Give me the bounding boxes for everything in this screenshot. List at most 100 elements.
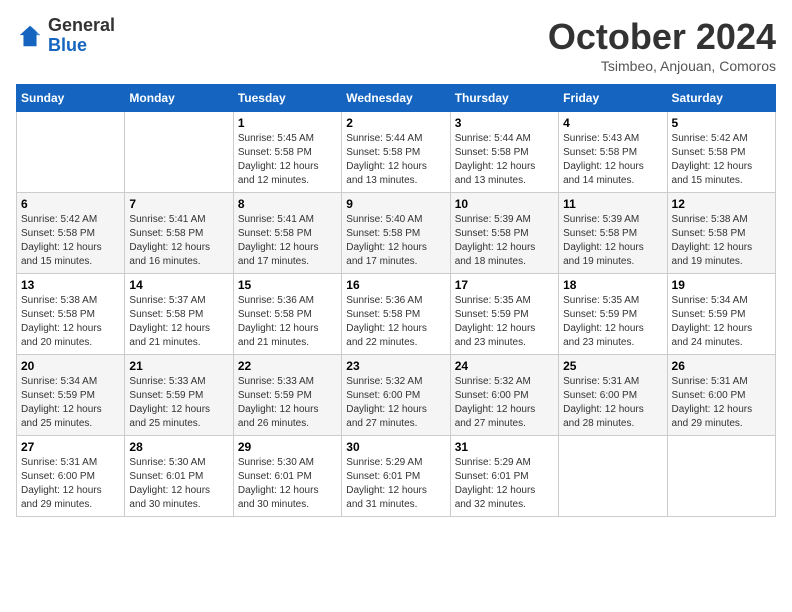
day-info: Sunrise: 5:36 AMSunset: 5:58 PMDaylight:… [346,294,445,350]
day-info: Sunrise: 5:29 AMSunset: 6:01 PMDaylight:… [455,456,554,512]
weekday-header-friday: Friday [559,85,667,112]
calendar-cell: 12 Sunrise: 5:38 AMSunset: 5:58 PMDayligh… [667,193,775,274]
calendar-cell [559,436,667,517]
calendar-cell: 20 Sunrise: 5:34 AMSunset: 5:59 PMDayligh… [17,355,125,436]
day-info: Sunrise: 5:34 AMSunset: 5:59 PMDaylight:… [21,375,120,431]
day-number: 26 [672,359,771,373]
day-number: 24 [455,359,554,373]
calendar-cell: 30 Sunrise: 5:29 AMSunset: 6:01 PMDayligh… [342,436,450,517]
day-info: Sunrise: 5:38 AMSunset: 5:58 PMDaylight:… [21,294,120,350]
day-info: Sunrise: 5:38 AMSunset: 5:58 PMDaylight:… [672,213,771,269]
calendar-cell: 2 Sunrise: 5:44 AMSunset: 5:58 PMDaylight… [342,112,450,193]
calendar-cell: 29 Sunrise: 5:30 AMSunset: 6:01 PMDayligh… [233,436,341,517]
calendar-cell: 6 Sunrise: 5:42 AMSunset: 5:58 PMDaylight… [17,193,125,274]
day-info: Sunrise: 5:39 AMSunset: 5:58 PMDaylight:… [563,213,662,269]
calendar-cell: 17 Sunrise: 5:35 AMSunset: 5:59 PMDayligh… [450,274,558,355]
calendar-cell: 3 Sunrise: 5:44 AMSunset: 5:58 PMDaylight… [450,112,558,193]
location: Tsimbeo, Anjouan, Comoros [548,58,776,74]
day-number: 15 [238,278,337,292]
calendar-cell: 15 Sunrise: 5:36 AMSunset: 5:58 PMDayligh… [233,274,341,355]
day-info: Sunrise: 5:35 AMSunset: 5:59 PMDaylight:… [455,294,554,350]
day-info: Sunrise: 5:44 AMSunset: 5:58 PMDaylight:… [346,132,445,188]
day-info: Sunrise: 5:31 AMSunset: 6:00 PMDaylight:… [563,375,662,431]
day-info: Sunrise: 5:41 AMSunset: 5:58 PMDaylight:… [129,213,228,269]
page-header: General Blue October 2024 Tsimbeo, Anjou… [16,16,776,74]
day-number: 19 [672,278,771,292]
calendar-cell: 31 Sunrise: 5:29 AMSunset: 6:01 PMDayligh… [450,436,558,517]
day-info: Sunrise: 5:30 AMSunset: 6:01 PMDaylight:… [129,456,228,512]
day-number: 31 [455,440,554,454]
calendar-cell: 4Sunrise: 5:43 AMSunset: 5:58 PMDaylight… [559,112,667,193]
calendar-cell: 28 Sunrise: 5:30 AMSunset: 6:01 PMDayligh… [125,436,233,517]
day-info: Sunrise: 5:29 AMSunset: 6:01 PMDaylight:… [346,456,445,512]
day-info: Sunrise: 5:35 AMSunset: 5:59 PMDaylight:… [563,294,662,350]
calendar-cell: 26Sunrise: 5:31 AMSunset: 6:00 PMDayligh… [667,355,775,436]
calendar-cell: 8Sunrise: 5:41 AMSunset: 5:58 PMDaylight… [233,193,341,274]
day-info: Sunrise: 5:41 AMSunset: 5:58 PMDaylight:… [238,213,337,269]
day-number: 21 [129,359,228,373]
day-info: Sunrise: 5:44 AMSunset: 5:58 PMDaylight:… [455,132,554,188]
day-info: Sunrise: 5:33 AMSunset: 5:59 PMDaylight:… [238,375,337,431]
day-number: 4 [563,116,662,130]
day-info: Sunrise: 5:37 AMSunset: 5:58 PMDaylight:… [129,294,228,350]
calendar-cell: 10 Sunrise: 5:39 AMSunset: 5:58 PMDayligh… [450,193,558,274]
day-number: 10 [455,197,554,211]
calendar-cell: 13 Sunrise: 5:38 AMSunset: 5:58 PMDayligh… [17,274,125,355]
calendar-cell [125,112,233,193]
calendar-cell: 16 Sunrise: 5:36 AMSunset: 5:58 PMDayligh… [342,274,450,355]
logo-text: General Blue [48,16,115,56]
day-number: 20 [21,359,120,373]
day-info: Sunrise: 5:32 AMSunset: 6:00 PMDaylight:… [455,375,554,431]
day-info: Sunrise: 5:32 AMSunset: 6:00 PMDaylight:… [346,375,445,431]
calendar-cell [667,436,775,517]
day-info: Sunrise: 5:42 AMSunset: 5:58 PMDaylight:… [21,213,120,269]
calendar-cell: 24 Sunrise: 5:32 AMSunset: 6:00 PMDayligh… [450,355,558,436]
calendar-cell: 25 Sunrise: 5:31 AMSunset: 6:00 PMDayligh… [559,355,667,436]
month-title: October 2024 [548,16,776,58]
calendar-cell: 19Sunrise: 5:34 AMSunset: 5:59 PMDayligh… [667,274,775,355]
week-row-1: 1Sunrise: 5:45 AMSunset: 5:58 PMDaylight… [17,112,776,193]
day-number: 25 [563,359,662,373]
day-info: Sunrise: 5:31 AMSunset: 6:00 PMDaylight:… [21,456,120,512]
day-number: 12 [672,197,771,211]
day-number: 23 [346,359,445,373]
day-info: Sunrise: 5:36 AMSunset: 5:58 PMDaylight:… [238,294,337,350]
weekday-header-thursday: Thursday [450,85,558,112]
week-row-4: 20 Sunrise: 5:34 AMSunset: 5:59 PMDayligh… [17,355,776,436]
day-info: Sunrise: 5:39 AMSunset: 5:58 PMDaylight:… [455,213,554,269]
day-number: 5 [672,116,771,130]
day-number: 18 [563,278,662,292]
week-row-3: 13 Sunrise: 5:38 AMSunset: 5:58 PMDayligh… [17,274,776,355]
logo: General Blue [16,16,115,56]
day-number: 6 [21,197,120,211]
calendar-cell: 11Sunrise: 5:39 AMSunset: 5:58 PMDayligh… [559,193,667,274]
day-number: 9 [346,197,445,211]
day-number: 1 [238,116,337,130]
day-number: 2 [346,116,445,130]
weekday-header-saturday: Saturday [667,85,775,112]
day-number: 3 [455,116,554,130]
day-info: Sunrise: 5:30 AMSunset: 6:01 PMDaylight:… [238,456,337,512]
calendar-cell: 14 Sunrise: 5:37 AMSunset: 5:58 PMDayligh… [125,274,233,355]
day-number: 28 [129,440,228,454]
day-number: 30 [346,440,445,454]
day-number: 29 [238,440,337,454]
day-info: Sunrise: 5:40 AMSunset: 5:58 PMDaylight:… [346,213,445,269]
week-row-5: 27Sunrise: 5:31 AMSunset: 6:00 PMDayligh… [17,436,776,517]
day-number: 7 [129,197,228,211]
weekday-header-row: SundayMondayTuesdayWednesdayThursdayFrid… [17,85,776,112]
day-number: 14 [129,278,228,292]
day-number: 13 [21,278,120,292]
weekday-header-monday: Monday [125,85,233,112]
day-number: 16 [346,278,445,292]
calendar-cell: 22 Sunrise: 5:33 AMSunset: 5:59 PMDayligh… [233,355,341,436]
day-info: Sunrise: 5:42 AMSunset: 5:58 PMDaylight:… [672,132,771,188]
day-number: 22 [238,359,337,373]
day-number: 17 [455,278,554,292]
logo-icon [16,22,44,50]
title-block: October 2024 Tsimbeo, Anjouan, Comoros [548,16,776,74]
calendar-cell: 21Sunrise: 5:33 AMSunset: 5:59 PMDayligh… [125,355,233,436]
week-row-2: 6 Sunrise: 5:42 AMSunset: 5:58 PMDaylight… [17,193,776,274]
weekday-header-tuesday: Tuesday [233,85,341,112]
calendar-cell: 18 Sunrise: 5:35 AMSunset: 5:59 PMDayligh… [559,274,667,355]
